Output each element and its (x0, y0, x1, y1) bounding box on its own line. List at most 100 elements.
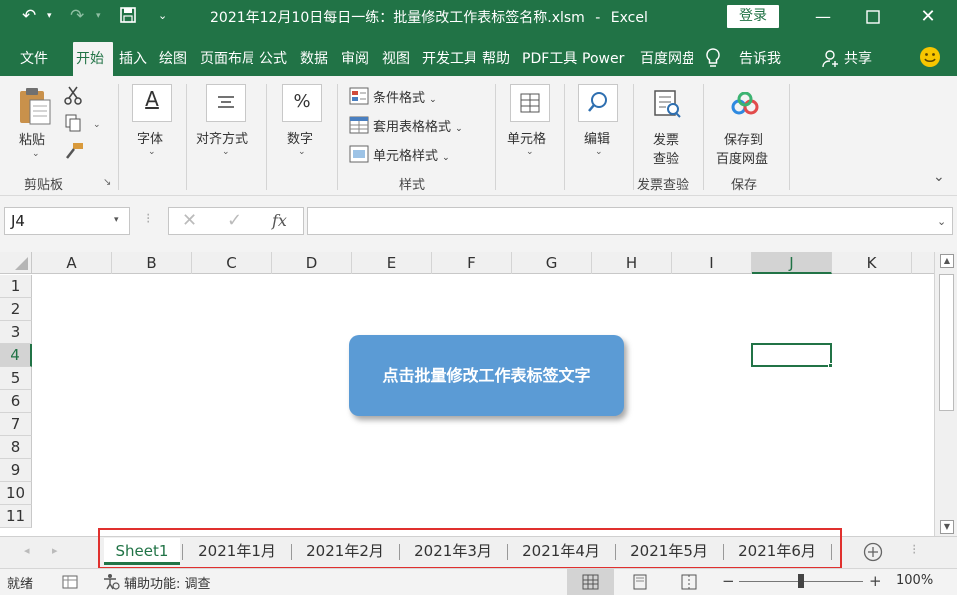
copy-icon[interactable] (64, 114, 82, 136)
row-header-11[interactable]: 11 (0, 505, 32, 528)
redo-icon[interactable]: ↷ (70, 6, 84, 26)
tab-data[interactable]: 数据 (297, 44, 334, 76)
cells-dropdown-icon[interactable]: ⌄ (526, 147, 534, 157)
tab-splitter-icon[interactable]: ⁝ (912, 542, 916, 558)
tab-developer[interactable]: 开发工具 (419, 44, 475, 76)
add-sheet-icon[interactable] (863, 542, 883, 566)
column-header-k[interactable]: K (832, 252, 912, 274)
conditional-format-icon[interactable] (349, 87, 369, 109)
tab-file[interactable]: 文件 (17, 44, 55, 76)
tab-power[interactable]: Power (579, 44, 631, 76)
collapse-ribbon-icon[interactable]: ⌄ (933, 169, 945, 185)
vertical-scrollbar[interactable]: ▲ ▼ (934, 252, 957, 536)
undo-icon[interactable]: ↶ (22, 6, 36, 26)
cancel-entry-icon[interactable]: ✕ (182, 210, 197, 231)
lightbulb-icon[interactable] (705, 48, 721, 72)
zoom-in-button[interactable]: + (869, 572, 882, 590)
invoice-label-1[interactable]: 发票 (653, 129, 679, 148)
column-header-h[interactable]: H (592, 252, 672, 274)
row-header-10[interactable]: 10 (0, 482, 32, 505)
tab-home[interactable]: 开始 (73, 42, 113, 76)
table-format-icon[interactable] (349, 116, 369, 138)
column-header-f[interactable]: F (432, 252, 512, 274)
tab-baidu-netdisk[interactable]: 百度网盘 (637, 44, 693, 76)
tell-me-search[interactable]: 告诉我 (736, 44, 786, 76)
name-box[interactable]: J4 (4, 207, 130, 235)
column-header-e[interactable]: E (352, 252, 432, 274)
row-header-9[interactable]: 9 (0, 459, 32, 482)
share-person-icon[interactable] (822, 50, 840, 72)
alignment-dropdown-icon[interactable]: ⌄ (222, 147, 230, 157)
maximize-icon[interactable] (853, 3, 893, 31)
row-header-5[interactable]: 5 (0, 367, 32, 390)
fill-handle[interactable] (828, 363, 833, 368)
column-header-b[interactable]: B (112, 252, 192, 274)
row-header-1[interactable]: 1 (0, 275, 32, 298)
minimize-icon[interactable]: — (803, 3, 843, 31)
row-header-6[interactable]: 6 (0, 390, 32, 413)
tab-review[interactable]: 审阅 (338, 44, 375, 76)
tab-draw[interactable]: 绘图 (156, 44, 193, 76)
row-header-4[interactable]: 4 (0, 344, 32, 367)
scroll-down-icon[interactable]: ▼ (940, 520, 954, 534)
tab-view[interactable]: 视图 (379, 44, 416, 76)
scroll-up-icon[interactable]: ▲ (940, 254, 954, 268)
row-header-7[interactable]: 7 (0, 413, 32, 436)
cell-style-button[interactable]: 单元格样式 ⌄ (373, 145, 450, 164)
invoice-label-2[interactable]: 查验 (653, 148, 679, 167)
cells-icon[interactable] (510, 84, 550, 122)
save-baidu-label-1[interactable]: 保存到 (724, 129, 763, 148)
alignment-icon[interactable] (206, 84, 246, 122)
row-header-2[interactable]: 2 (0, 298, 32, 321)
select-all-corner[interactable] (0, 252, 32, 274)
prev-sheet-icon[interactable]: ◂ (24, 544, 30, 557)
save-baidu-label-2[interactable]: 百度网盘 (716, 148, 768, 167)
tab-pdf-tools[interactable]: PDF工具 (519, 44, 577, 76)
editing-label[interactable]: 编辑 (584, 128, 610, 147)
zoom-level[interactable]: 100% (896, 573, 933, 588)
cell-style-icon[interactable] (349, 145, 369, 167)
baidu-netdisk-icon[interactable] (730, 91, 760, 120)
callout-shape[interactable]: 点击批量修改工作表标签文字 (349, 335, 624, 416)
formula-input[interactable] (307, 207, 953, 235)
font-label[interactable]: 字体 (137, 128, 163, 147)
format-painter-icon[interactable] (64, 142, 84, 164)
column-header-j[interactable]: J (752, 252, 832, 274)
conditional-format-button[interactable]: 条件格式 ⌄ (373, 87, 437, 106)
next-sheet-icon[interactable]: ▸ (52, 544, 58, 557)
confirm-entry-icon[interactable]: ✓ (227, 210, 242, 231)
save-icon[interactable] (120, 7, 136, 28)
search-icon[interactable] (578, 84, 618, 122)
editing-dropdown-icon[interactable]: ⌄ (595, 147, 603, 157)
redo-dropdown-icon[interactable]: ▾ (96, 11, 101, 21)
number-label[interactable]: 数字 (287, 128, 313, 147)
zoom-slider-thumb[interactable] (798, 574, 804, 588)
font-icon[interactable]: A (132, 84, 172, 122)
page-break-view-icon[interactable] (681, 574, 697, 594)
tab-page-layout[interactable]: 页面布局 (197, 44, 253, 76)
cells-label[interactable]: 单元格 (507, 128, 546, 147)
share-button[interactable]: 共享 (841, 44, 881, 76)
column-header-a[interactable]: A (32, 252, 112, 274)
customize-qat-icon[interactable]: ⌄ (158, 9, 167, 22)
column-header-i[interactable]: I (672, 252, 752, 274)
copy-dropdown-icon[interactable]: ⌄ (93, 120, 101, 130)
undo-dropdown-icon[interactable]: ▾ (47, 11, 52, 21)
number-dropdown-icon[interactable]: ⌄ (298, 147, 306, 157)
smiley-feedback-icon[interactable] (919, 46, 941, 72)
cut-icon[interactable] (64, 86, 82, 110)
tab-help[interactable]: 帮助 (479, 44, 516, 76)
font-dropdown-icon[interactable]: ⌄ (148, 147, 156, 157)
tab-insert[interactable]: 插入 (116, 44, 152, 76)
close-icon[interactable]: ✕ (908, 3, 948, 31)
accessibility-icon[interactable] (102, 573, 120, 595)
dialog-launcher-icon[interactable]: ↘ (103, 177, 111, 188)
paste-dropdown-icon[interactable]: ⌄ (32, 149, 40, 159)
alignment-label[interactable]: 对齐方式 (196, 128, 248, 147)
row-header-8[interactable]: 8 (0, 436, 32, 459)
column-header-d[interactable]: D (272, 252, 352, 274)
page-layout-view-icon[interactable] (632, 574, 648, 594)
insert-function-icon[interactable]: fx (272, 211, 287, 230)
paste-icon[interactable] (18, 86, 52, 130)
macro-record-icon[interactable] (62, 574, 78, 593)
